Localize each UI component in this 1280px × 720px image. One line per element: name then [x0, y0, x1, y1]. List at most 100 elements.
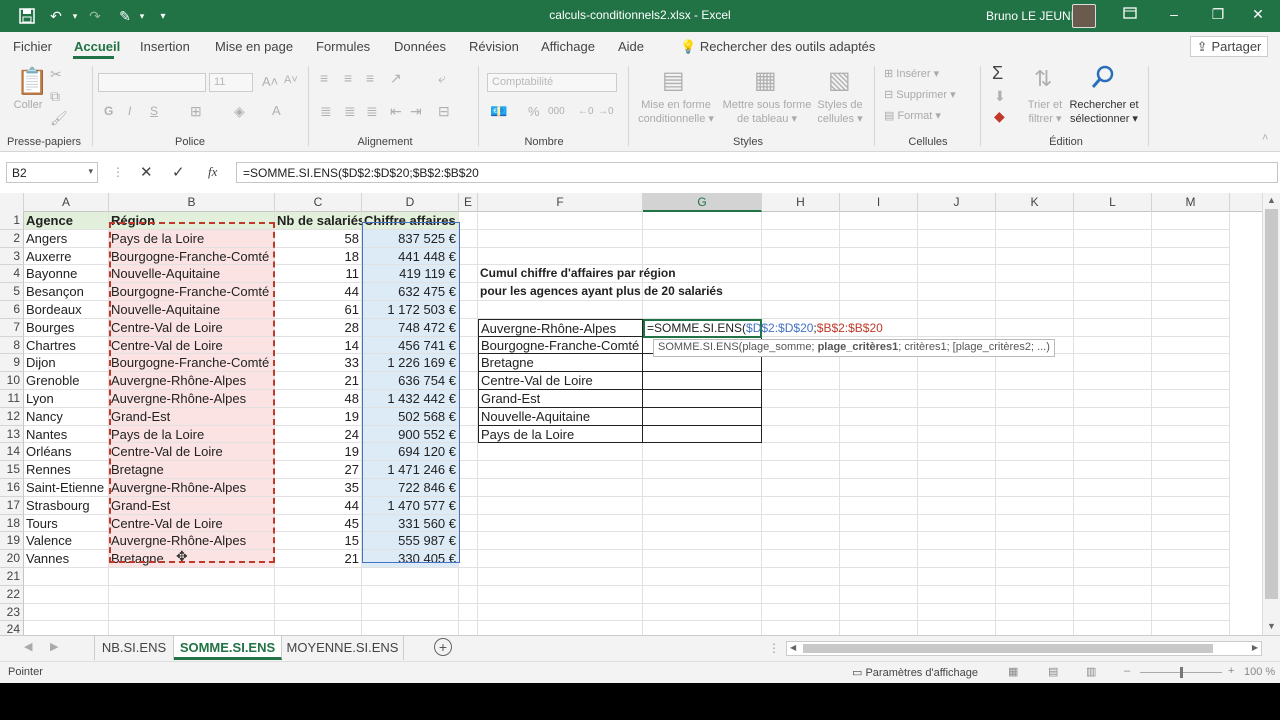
cell-i17[interactable]: [840, 496, 918, 515]
row-header[interactable]: 16: [0, 479, 24, 497]
fill-color-icon[interactable]: ◈: [234, 103, 245, 120]
column-header-g[interactable]: G: [643, 193, 762, 212]
cell-a13[interactable]: Nantes: [24, 425, 109, 444]
cell-f1[interactable]: [478, 212, 643, 230]
cell-h3[interactable]: [762, 247, 840, 266]
cell-k14[interactable]: [996, 443, 1074, 462]
cell-g12[interactable]: [643, 407, 762, 426]
cell-b4[interactable]: Nouvelle-Aquitaine: [109, 265, 275, 284]
cell-d19[interactable]: 555 987 €: [362, 532, 459, 551]
decrease-font-icon[interactable]: A˅: [284, 74, 298, 86]
cell-a20[interactable]: Vannes: [24, 550, 109, 568]
cell-e1[interactable]: [459, 212, 478, 230]
cell-d23[interactable]: [362, 603, 459, 622]
cell-a21[interactable]: [24, 568, 109, 586]
row-header[interactable]: 14: [0, 443, 24, 462]
cell-m19[interactable]: [1152, 532, 1230, 551]
cell-g22[interactable]: [643, 585, 762, 604]
cell-l23[interactable]: [1074, 603, 1152, 622]
cell-j5[interactable]: [918, 283, 996, 301]
cut-icon[interactable]: ✂: [50, 66, 62, 83]
cell-c3[interactable]: 18: [275, 247, 362, 266]
cell-b1[interactable]: Région: [109, 212, 275, 230]
row-header[interactable]: 6: [0, 301, 24, 319]
cell-f3[interactable]: [478, 247, 643, 266]
cell-d8[interactable]: 456 741 €: [362, 336, 459, 355]
cell-l11[interactable]: [1074, 390, 1152, 408]
cell-j14[interactable]: [918, 443, 996, 462]
cell-m6[interactable]: [1152, 301, 1230, 319]
cell-m15[interactable]: [1152, 461, 1230, 479]
cell-g16[interactable]: [643, 479, 762, 497]
row-header[interactable]: 7: [0, 318, 24, 337]
cell-e21[interactable]: [459, 568, 478, 586]
cell-b19[interactable]: Auvergne-Rhône-Alpes: [109, 532, 275, 551]
column-header-a[interactable]: A: [24, 193, 109, 212]
cell-e8[interactable]: [459, 336, 478, 355]
cell-d22[interactable]: [362, 585, 459, 604]
wrap-text-icon[interactable]: ⤶: [438, 70, 446, 87]
cell-j22[interactable]: [918, 585, 996, 604]
cell-h4[interactable]: [762, 265, 840, 284]
sheet-tab-nb-si-ens[interactable]: NB.SI.ENS: [94, 636, 174, 660]
scroll-left-icon[interactable]: ◀: [790, 643, 796, 652]
column-header-i[interactable]: I: [840, 193, 918, 212]
cell-g24[interactable]: [643, 621, 762, 635]
cell-e5[interactable]: [459, 283, 478, 301]
cell-j21[interactable]: [918, 568, 996, 586]
cell-d13[interactable]: 900 552 €: [362, 425, 459, 444]
cell-b18[interactable]: Centre-Val de Loire: [109, 514, 275, 533]
cell-k9[interactable]: [996, 354, 1074, 373]
underline-icon[interactable]: S: [150, 104, 158, 118]
zoom-in-icon[interactable]: +: [1228, 665, 1234, 677]
cell-a12[interactable]: Nancy: [24, 407, 109, 426]
column-header-l[interactable]: L: [1074, 193, 1152, 212]
row-header[interactable]: 13: [0, 425, 24, 444]
cell-e14[interactable]: [459, 443, 478, 462]
cell-l24[interactable]: [1074, 621, 1152, 635]
cell-g1[interactable]: [643, 212, 762, 230]
cell-c6[interactable]: 61: [275, 301, 362, 319]
paste-icon[interactable]: 📋: [16, 66, 48, 97]
cell-h2[interactable]: [762, 229, 840, 248]
cell-f18[interactable]: [478, 514, 643, 533]
cell-b6[interactable]: Nouvelle-Aquitaine: [109, 301, 275, 319]
cell-c8[interactable]: 14: [275, 336, 362, 355]
cell-e17[interactable]: [459, 496, 478, 515]
cell-j19[interactable]: [918, 532, 996, 551]
cell-i16[interactable]: [840, 479, 918, 497]
name-box[interactable]: B2 ▾: [6, 162, 98, 183]
align-middle-icon[interactable]: ≡: [344, 70, 352, 86]
cell-j13[interactable]: [918, 425, 996, 444]
cell-e12[interactable]: [459, 407, 478, 426]
cell-g5[interactable]: [643, 283, 762, 301]
cell-c17[interactable]: 44: [275, 496, 362, 515]
cell-i22[interactable]: [840, 585, 918, 604]
cell-c22[interactable]: [275, 585, 362, 604]
row-header[interactable]: 9: [0, 354, 24, 373]
vertical-scrollbar[interactable]: ▲ ▼: [1262, 193, 1280, 635]
cell-c1[interactable]: Nb de salariés: [275, 212, 365, 230]
cell-j9[interactable]: [918, 354, 996, 373]
cell-b9[interactable]: Bourgogne-Franche-Comté: [109, 354, 275, 373]
cell-c11[interactable]: 48: [275, 390, 362, 408]
cell-c14[interactable]: 19: [275, 443, 362, 462]
paste-button[interactable]: Coller: [10, 98, 46, 112]
cell-styles-button[interactable]: Styles de cellules ▾: [814, 98, 866, 126]
cell-l10[interactable]: [1074, 372, 1152, 390]
cell-c18[interactable]: 45: [275, 514, 362, 533]
cell-i14[interactable]: [840, 443, 918, 462]
cell-m4[interactable]: [1152, 265, 1230, 284]
cell-f2[interactable]: [478, 229, 643, 248]
cell-m16[interactable]: [1152, 479, 1230, 497]
cell-j2[interactable]: [918, 229, 996, 248]
cell-k11[interactable]: [996, 390, 1074, 408]
avatar[interactable]: [1072, 4, 1096, 28]
next-sheet-icon[interactable]: ▶: [50, 640, 58, 653]
cell-e3[interactable]: [459, 247, 478, 266]
cell-f8[interactable]: Bourgogne-Franche-Comté: [478, 336, 643, 355]
cell-c5[interactable]: 44: [275, 283, 362, 301]
cell-e13[interactable]: [459, 425, 478, 444]
cell-h13[interactable]: [762, 425, 840, 444]
tab-fichier[interactable]: Fichier: [13, 39, 52, 54]
